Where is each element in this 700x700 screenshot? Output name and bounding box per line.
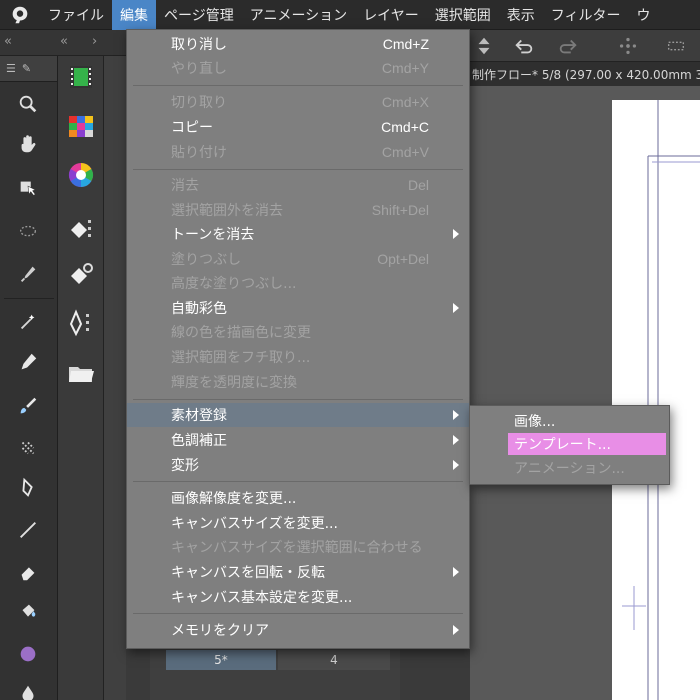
menu-file[interactable]: ファイル (40, 0, 112, 30)
fill-layers-icon[interactable] (66, 214, 96, 244)
transform-icon[interactable] (616, 34, 640, 58)
animation-film-icon[interactable] (66, 62, 96, 92)
submenu-arrow-icon (453, 567, 459, 577)
menu-page[interactable]: ページ管理 (156, 0, 242, 30)
menubar: ファイル 編集 ページ管理 アニメーション レイヤー 選択範囲 表示 フィルター… (0, 0, 700, 30)
edit-menu-dropdown: 取り消し Cmd+Z やり直し Cmd+Y 切り取り Cmd+X コピー Cmd+C 貼… (126, 29, 470, 649)
blend-tool-icon[interactable] (14, 434, 42, 462)
menu-selection[interactable]: 選択範囲 (427, 0, 499, 30)
menu-item-clear: 消去 Del (171, 177, 429, 194)
canvas-paper[interactable] (612, 100, 700, 700)
submenu-arrow-icon (453, 435, 459, 445)
menu-view[interactable]: 表示 (499, 0, 543, 30)
menu-item-rotate-canvas[interactable]: キャンバスを回転・反転 (127, 560, 469, 584)
operation-tool-icon[interactable] (14, 174, 42, 202)
page-tab-4[interactable]: 4 (278, 650, 390, 670)
menu-item-transform[interactable]: 変形 (127, 453, 469, 477)
menu-item-redo: やり直し Cmd+Y (171, 60, 429, 77)
menu-item-line-color: 線の色を描画色に変更 (171, 325, 311, 341)
command-bar (470, 30, 700, 62)
collapse-left-icon[interactable]: « (4, 34, 12, 49)
line-tool-icon[interactable] (14, 516, 42, 544)
submenu-item-image[interactable]: 画像... (470, 410, 669, 432)
redo-icon[interactable] (556, 34, 580, 58)
tool-palette-header: ☰ ✎ (0, 56, 57, 82)
lasso-tool-icon[interactable] (14, 218, 42, 246)
pen-tool-icon[interactable] (14, 348, 42, 376)
brush-tool-icon[interactable] (14, 392, 42, 420)
menu-item-image-resolution[interactable]: 画像解像度を変更... (127, 486, 469, 510)
chevron-right-icon[interactable]: › (92, 34, 97, 49)
menu-item-clear-memory[interactable]: メモリをクリア (127, 618, 469, 642)
color-wheel-icon[interactable] (66, 160, 96, 190)
page-tab-5[interactable]: 5* (166, 650, 276, 670)
menu-window[interactable]: ウ (629, 0, 659, 30)
menu-filter[interactable]: フィルター (543, 0, 629, 30)
menu-item-fill: 塗りつぶし Opt+Del (171, 251, 429, 268)
menu-item-tonal-correction[interactable]: 色調補正 (127, 428, 469, 452)
menu-item-register-material[interactable]: 素材登録 (127, 403, 469, 427)
layer-icon[interactable] (664, 34, 688, 58)
menu-edit[interactable]: 編集 (112, 0, 156, 30)
submenu-item-animation: アニメーション... (514, 461, 625, 477)
submenu-arrow-icon (453, 410, 459, 420)
menu-item-canvas-settings[interactable]: キャンバス基本設定を変更... (127, 585, 469, 609)
submenu-arrow-icon (453, 303, 459, 313)
zoom-tool-icon[interactable] (14, 90, 42, 118)
eyedropper-tool-icon[interactable] (14, 260, 42, 288)
register-material-submenu: 画像... テンプレート... アニメーション... (469, 405, 670, 485)
folder-open-icon[interactable] (66, 358, 96, 388)
pen-nib-layers-icon[interactable] (66, 308, 96, 338)
collapse-left-icon-2[interactable]: « (60, 34, 68, 49)
menu-animation[interactable]: アニメーション (242, 0, 355, 30)
menu-item-clear-tone[interactable]: トーンを消去 (127, 222, 469, 246)
menu-item-clear-outside: 選択範囲外を消去 Shift+Del (171, 202, 429, 219)
color-circle-tool-icon[interactable] (14, 640, 42, 668)
menu-item-advanced-fill: 高度な塗りつぶし... (171, 276, 297, 292)
menu-item-luminance-transparency: 輝度を透明度に変換 (171, 375, 297, 391)
menu-item-fit-canvas-selection: キャンバスサイズを選択範囲に合わせる (171, 540, 423, 556)
document-tab[interactable]: 制作フロー* 5/8 (297.00 x 420.00mm 300 (470, 62, 700, 86)
fill-tool-icon[interactable] (14, 598, 42, 626)
submenu-arrow-icon (453, 229, 459, 239)
menu-item-auto-color[interactable]: 自動彩色 (127, 296, 469, 320)
pen-icon: ✎ (21, 62, 32, 75)
palette-menu-icon[interactable]: ☰ (6, 62, 16, 75)
color-set-icon[interactable] (66, 112, 96, 142)
menu-item-undo[interactable]: 取り消し Cmd+Z (127, 32, 469, 56)
sub-tool-strip (104, 56, 126, 700)
eraser-tool-icon[interactable] (14, 558, 42, 586)
menu-item-copy[interactable]: コピー Cmd+C (127, 115, 469, 139)
page-panel (150, 640, 400, 700)
menu-item-canvas-size[interactable]: キャンバスサイズを変更... (127, 511, 469, 535)
drop-tool-icon[interactable] (14, 680, 42, 700)
fill-settings-icon[interactable] (66, 260, 96, 290)
figure-pen-icon[interactable] (14, 474, 42, 502)
menu-item-border-selection: 選択範囲をフチ取り... (171, 350, 311, 366)
menu-layer[interactable]: レイヤー (355, 0, 427, 30)
submenu-arrow-icon (453, 460, 459, 470)
updown-arrows-icon[interactable] (472, 34, 496, 58)
submenu-item-template[interactable]: テンプレート... (470, 433, 669, 455)
undo-icon[interactable] (512, 34, 536, 58)
magic-wand-icon[interactable] (14, 308, 42, 336)
submenu-arrow-icon (453, 625, 459, 635)
menu-item-paste: 貼り付け Cmd+V (171, 144, 429, 161)
app-logo-icon[interactable] (0, 0, 40, 30)
hand-tool-icon[interactable] (14, 130, 42, 158)
menu-item-cut: 切り取り Cmd+X (171, 94, 429, 111)
